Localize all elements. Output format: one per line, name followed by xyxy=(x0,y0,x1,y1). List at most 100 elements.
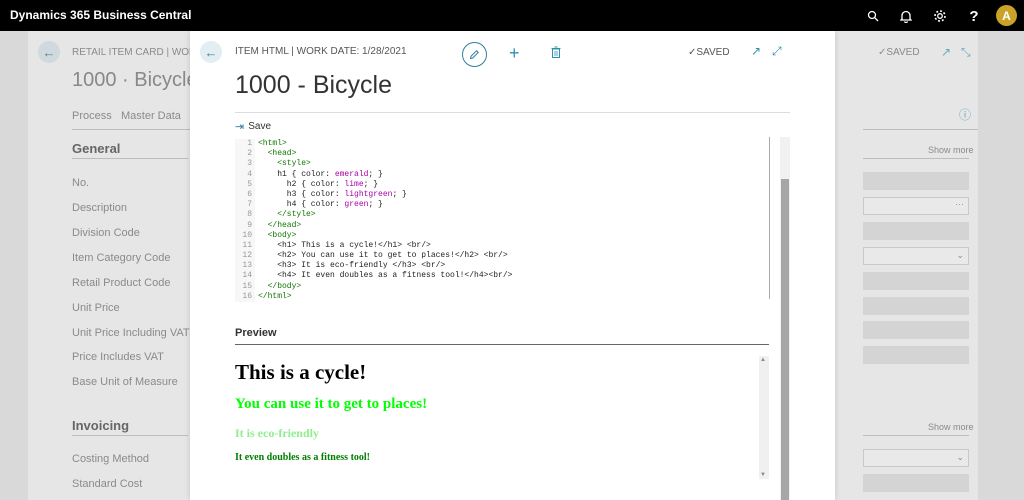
bg-input-standard-cost[interactable] xyxy=(863,474,969,492)
gear-icon[interactable] xyxy=(930,6,950,26)
section-invoicing[interactable]: Invoicing xyxy=(72,418,129,433)
line-number: 5 xyxy=(247,179,252,189)
line-number: 6 xyxy=(247,189,252,199)
save-label: Save xyxy=(248,121,272,132)
right-invoicing-rule xyxy=(863,435,969,436)
line-number: 13 xyxy=(242,261,252,271)
right-general-rule xyxy=(863,158,969,159)
line-number: 4 xyxy=(247,169,252,179)
section-general[interactable]: General xyxy=(72,141,120,156)
preview-h1: This is a cycle! xyxy=(235,360,367,384)
code-line: <h3> It is eco-friendly </h3> <br/> xyxy=(258,261,446,271)
expand-icon[interactable]: ⤢ xyxy=(772,44,782,59)
field-base-unit-of-measure: Base Unit of Measure xyxy=(72,376,178,388)
html-preview: This is a cycle! You can use it to get t… xyxy=(235,356,760,500)
line-number: 8 xyxy=(247,210,252,220)
chevron-down-icon[interactable]: ⌄ xyxy=(956,452,964,463)
tab-process[interactable]: Process xyxy=(72,110,112,122)
field-retail-product-code: Retail Product Code xyxy=(72,277,171,289)
line-number: 7 xyxy=(247,200,252,210)
field-no: No. xyxy=(72,177,90,189)
line-number: 3 xyxy=(247,159,252,169)
open-new-window-icon[interactable]: ↗ xyxy=(751,44,761,58)
field-price-includes-vat: Price Includes VAT xyxy=(72,351,164,363)
code-line: <h1> This is a cycle!</h1> <br/> xyxy=(258,240,431,250)
app-title: Dynamics 365 Business Central xyxy=(10,8,192,22)
delete-trash-icon[interactable] xyxy=(551,45,561,62)
edit-pencil-icon[interactable] xyxy=(462,42,487,67)
invoicing-show-more[interactable]: Show more xyxy=(928,422,974,432)
general-show-more[interactable]: Show more xyxy=(928,145,974,155)
search-icon[interactable] xyxy=(863,6,883,26)
bg-input-retail-product[interactable] xyxy=(863,272,969,290)
preview-h3: It is eco-friendly xyxy=(235,426,319,440)
back-arrow-icon[interactable]: ← xyxy=(200,41,222,63)
html-code-editor[interactable]: 1 2 3 4 5 6 7 8 9 10 11 12 13 14 15 16 <… xyxy=(235,137,770,302)
field-division-code: Division Code xyxy=(72,227,140,239)
dialog-breadcrumb: ITEM HTML | WORK DATE: 1/28/2021 xyxy=(235,46,407,57)
add-icon[interactable]: + xyxy=(509,43,520,64)
bg-saved-label: SAVED xyxy=(886,47,920,58)
line-number: 1 xyxy=(247,139,252,148)
line-number: 10 xyxy=(242,230,252,240)
code-line: <style> xyxy=(258,159,311,169)
code-line: <html> xyxy=(258,139,287,148)
preview-h2: You can use it to get to places! xyxy=(235,396,428,412)
collapse-icon[interactable]: ⤡ xyxy=(961,45,971,60)
bg-input-price-incl-vat[interactable] xyxy=(863,346,969,364)
bg-input-unit-price-incl-vat[interactable] xyxy=(863,321,969,339)
preview-scrollbar[interactable]: ▲ ▼ xyxy=(759,356,769,479)
avatar[interactable]: A xyxy=(996,5,1017,26)
code-line: <body> xyxy=(258,230,297,240)
scroll-up-icon[interactable]: ▲ xyxy=(760,357,766,363)
dialog-scrollbar[interactable] xyxy=(780,137,790,500)
bg-input-unit-price[interactable] xyxy=(863,297,969,315)
back-arrow-icon[interactable]: ← xyxy=(38,41,60,63)
bell-icon[interactable] xyxy=(896,6,916,26)
code-line: <head> xyxy=(258,149,297,159)
code-line: </style> xyxy=(258,210,316,220)
line-number: 12 xyxy=(242,251,252,261)
more-options-icon[interactable]: ··· xyxy=(955,199,964,209)
item-html-dialog: ← ITEM HTML | WORK DATE: 1/28/2021 + ✓SA… xyxy=(190,31,835,500)
help-icon[interactable]: ? xyxy=(964,6,984,26)
bg-input-division-code[interactable] xyxy=(863,222,969,240)
chevron-down-icon[interactable]: ⌄ xyxy=(956,250,964,261)
field-item-category-code: Item Category Code xyxy=(72,252,171,264)
code-line: h1 { color: emerald; } xyxy=(258,169,383,179)
line-number: 2 xyxy=(247,149,252,159)
title-divider xyxy=(235,112,790,113)
line-number: 15 xyxy=(242,281,252,291)
saved-status: ✓SAVED xyxy=(688,47,730,58)
bg-input-costing-method[interactable]: ⌄ xyxy=(863,449,969,467)
background-right: ✓SAVED ↗ ⤡ ⓘ Show more ··· ⌄ Show more ⌄ xyxy=(863,31,978,500)
top-bar: Dynamics 365 Business Central ? A xyxy=(0,0,1024,31)
code-line: h3 { color: lightgreen; } xyxy=(258,189,407,199)
scrollbar-thumb[interactable] xyxy=(781,179,789,500)
bg-input-item-category[interactable]: ⌄ xyxy=(863,247,969,265)
field-unit-price-incl-vat: Unit Price Including VAT xyxy=(72,327,190,339)
bg-input-no[interactable] xyxy=(863,172,969,190)
code-line: </head> xyxy=(258,220,302,230)
code-line: </body> xyxy=(258,281,302,291)
line-number: 16 xyxy=(242,291,252,301)
field-unit-price: Unit Price xyxy=(72,302,120,314)
code-line: <h4> It even doubles as a fitness tool!<… xyxy=(258,271,513,281)
bg-input-description[interactable]: ··· xyxy=(863,197,969,215)
scroll-down-icon[interactable]: ▼ xyxy=(760,472,766,478)
tab-master-data[interactable]: Master Data xyxy=(121,110,181,122)
code-line: h4 { color: green; } xyxy=(258,200,383,210)
open-new-window-icon[interactable]: ↗ xyxy=(941,45,951,59)
preview-heading: Preview xyxy=(235,327,277,339)
info-icon[interactable]: ⓘ xyxy=(959,106,971,123)
invoicing-rule xyxy=(72,435,188,436)
line-number: 14 xyxy=(242,271,252,281)
field-costing-method: Costing Method xyxy=(72,453,150,465)
page-title: 1000 - Bicycle xyxy=(235,71,393,99)
code-content[interactable]: <html> <head> <style> h1 { color: emeral… xyxy=(258,139,512,302)
right-tabs-divider xyxy=(863,129,978,130)
field-standard-cost: Standard Cost xyxy=(72,478,143,490)
save-button[interactable]: ⇥ Save xyxy=(235,120,271,133)
line-number-gutter: 1 2 3 4 5 6 7 8 9 10 11 12 13 14 15 16 xyxy=(235,139,255,302)
field-description: Description xyxy=(72,202,128,214)
